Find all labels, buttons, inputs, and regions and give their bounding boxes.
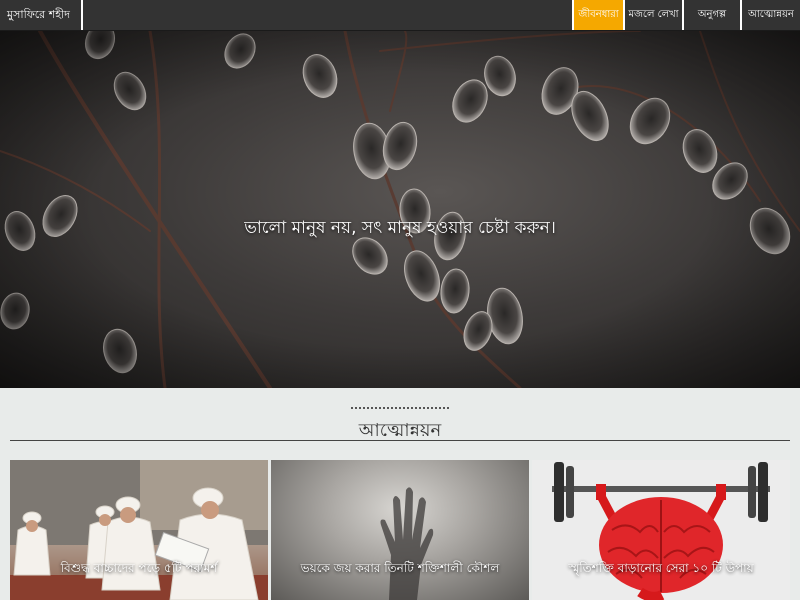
top-navbar: মুসাফিরে শহীদ জীবনধারা মজলে লেখা অনুগল্প… xyxy=(0,0,800,31)
section-header: আত্মোন্নয়ন xyxy=(0,388,800,460)
nav-item-writings[interactable]: মজলে লেখা xyxy=(623,0,682,30)
article-card-3[interactable]: স্মৃতিশক্তি বাড়ানোর সেরা ১০ টি উপায় xyxy=(532,460,790,600)
article-card-2[interactable]: ভয়কে জয় করার তিনটি শক্তিশালী কৌশল xyxy=(271,460,529,600)
nav-item-short-stories[interactable]: অনুগল্প xyxy=(682,0,740,30)
hero-quote: ভালো মানুষ নয়, সৎ মানুষ হওয়ার চেষ্টা ক… xyxy=(244,218,556,238)
section-title: আত্মোন্নয়ন xyxy=(358,420,442,441)
card-caption[interactable]: ভয়কে জয় করার তিনটি শক্তিশালী কৌশল xyxy=(271,560,529,580)
site-brand[interactable]: মুসাফিরে শহীদ xyxy=(0,0,83,30)
card-caption[interactable]: বিশুদ্ধ বাচ্চাদের পড়ে ৫টি পরামর্শ xyxy=(10,560,268,580)
dotted-divider xyxy=(351,407,449,409)
section-divider xyxy=(10,440,790,441)
card-caption[interactable]: স্মৃতিশক্তি বাড়ানোর সেরা ১০ টি উপায় xyxy=(532,560,790,580)
nav-item-lifestyle[interactable]: জীবনধারা xyxy=(572,0,623,30)
article-card-1[interactable]: বিশুদ্ধ বাচ্চাদের পড়ে ৫টি পরামর্শ xyxy=(10,460,268,600)
pussy-willow-photo xyxy=(0,31,800,388)
article-cards: বিশুদ্ধ বাচ্চাদের পড়ে ৫টি পরামর্শ ভয়কে… xyxy=(0,460,800,600)
hero-banner: ভালো মানুষ নয়, সৎ মানুষ হওয়ার চেষ্টা ক… xyxy=(0,31,800,388)
nav-menu: জীবনধারা মজলে লেখা অনুগল্প আত্মোন্নয়ন xyxy=(572,0,800,30)
nav-item-self-improvement[interactable]: আত্মোন্নয়ন xyxy=(740,0,800,30)
